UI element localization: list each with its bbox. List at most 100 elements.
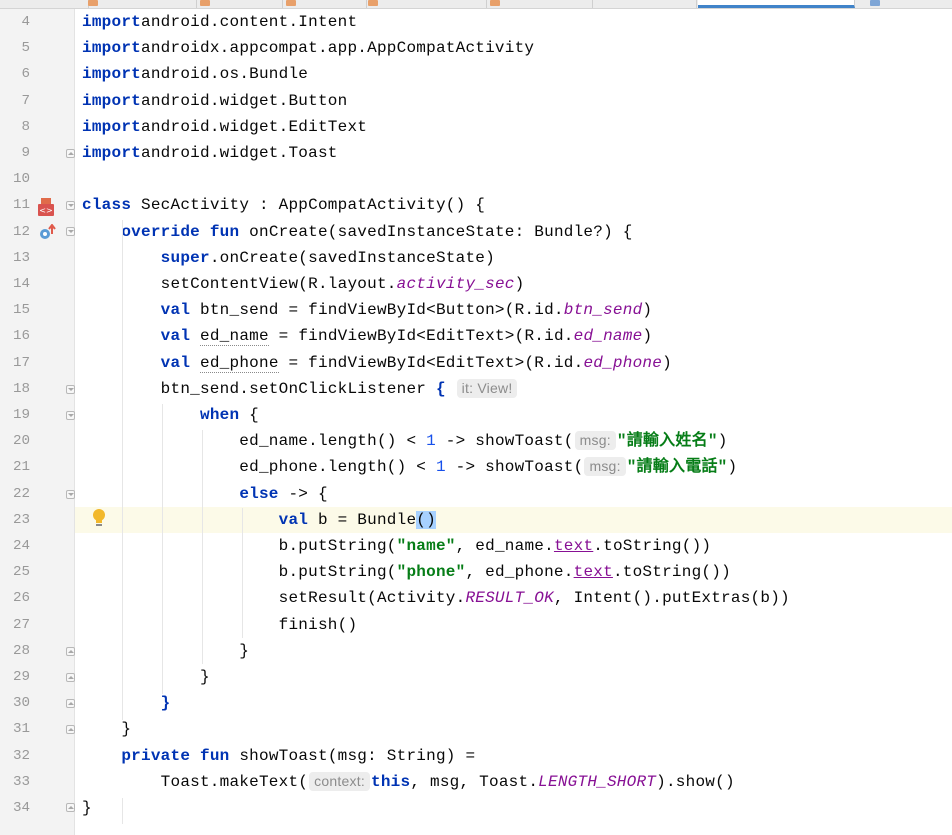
code-token: finish() [82, 615, 358, 634]
code-line[interactable]: 26 setResult(Activity.RESULT_OK, Intent(… [0, 585, 952, 611]
fold-marker[interactable] [66, 201, 75, 210]
code-text: ed_name.length() < 1 -> showToast(msg: "請… [82, 428, 728, 454]
string-literal: "請輸入電話" [626, 458, 728, 477]
code-line[interactable]: 20 ed_name.length() < 1 -> showToast(msg… [0, 428, 952, 454]
code-line[interactable]: 12 override fun onCreate(savedInstanceSt… [0, 219, 952, 245]
code-text: setContentView(R.layout.activity_sec) [82, 271, 525, 297]
fold-marker[interactable] [66, 803, 75, 812]
fold-marker[interactable] [66, 411, 75, 420]
fold-marker[interactable] [66, 673, 75, 682]
keyword-token: val [160, 353, 191, 372]
line-number: 33 [12, 773, 30, 790]
code-line[interactable]: 34} [0, 795, 952, 821]
code-token: ) [642, 327, 653, 346]
line-number: 18 [12, 380, 30, 397]
code-line[interactable]: 16 val ed_name = findViewById<EditText>(… [0, 323, 952, 349]
code-text: val btn_send = findViewById<Button>(R.id… [82, 297, 652, 323]
xml-layout-icon[interactable]: <> [38, 198, 54, 216]
code-token: ) [514, 275, 525, 293]
code-line[interactable]: 24 b.putString("name", ed_name.text.toSt… [0, 533, 952, 559]
code-line[interactable]: 22 else -> { [0, 481, 952, 507]
code-line[interactable]: 13 super.onCreate(savedInstanceState) [0, 245, 952, 271]
keyword-token: this [371, 772, 411, 791]
code-token: ) [717, 432, 728, 451]
line-number: 31 [12, 721, 30, 738]
fold-marker[interactable] [66, 149, 75, 158]
fold-marker[interactable] [66, 647, 75, 656]
code-token: , msg, Toast. [410, 772, 539, 791]
fold-marker[interactable] [66, 725, 75, 734]
code-line[interactable]: 7 importandroid.widget.Button [0, 88, 952, 114]
lightbulb-intention-icon[interactable] [91, 508, 107, 528]
code-line[interactable]: 10 [0, 166, 952, 192]
code-text: } [82, 664, 210, 690]
code-line[interactable]: 15 val btn_send = findViewById<Button>(R… [0, 297, 952, 323]
code-line[interactable]: 18 btn_send.setOnClickListener { it: Vie… [0, 376, 952, 402]
code-token: ).show() [656, 772, 735, 791]
string-literal: "phone" [396, 563, 466, 582]
code-line[interactable]: 32 private fun showToast(msg: String) = [0, 743, 952, 769]
code-line[interactable]: 21 ed_phone.length() < 1 -> showToast(ms… [0, 454, 952, 480]
static-member-token: RESULT_OK [465, 589, 554, 608]
code-token: -> { [278, 484, 328, 503]
code-token: android.widget.Toast [141, 144, 338, 162]
code-line[interactable]: 6 importandroid.os.Bundle [0, 61, 952, 87]
code-line[interactable]: 17 val ed_phone = findViewById<EditText>… [0, 350, 952, 376]
code-text: importandroid.os.Bundle [82, 61, 308, 87]
indent-guide [242, 508, 243, 638]
code-token: android.widget.Button [141, 91, 348, 110]
static-member-token: ed_name [573, 327, 643, 346]
code-line[interactable]: 8 importandroid.widget.EditText [0, 114, 952, 140]
code-token: b = Bundle [308, 510, 417, 529]
code-line[interactable]: 33 Toast.makeText(context: this, msg, Toa… [0, 769, 952, 795]
code-line[interactable]: 29 } [0, 664, 952, 690]
override-method-icon[interactable] [38, 224, 56, 242]
code-token: onCreate(savedInstanceState: Bundle?) { [239, 222, 633, 241]
code-line[interactable]: 23 val b = Bundle() [0, 506, 952, 533]
code-token: , ed_name. [455, 537, 554, 555]
variable-token: ed_phone [200, 353, 279, 373]
line-number: 4 [21, 14, 30, 30]
code-text: b.putString("phone", ed_phone.text.toStr… [82, 559, 731, 585]
keyword-token: import [82, 117, 141, 136]
line-number: 7 [21, 92, 30, 109]
fold-marker[interactable] [66, 227, 75, 236]
synthetic-property-token: text [553, 537, 594, 555]
code-token: androidx.appcompat.app.AppCompatActivity [141, 39, 535, 58]
keyword-token: val [160, 327, 191, 346]
code-line[interactable]: 5 importandroidx.appcompat.app.AppCompatA… [0, 35, 952, 61]
keyword-token: fun [209, 222, 240, 241]
code-text: ed_phone.length() < 1 -> showToast(msg: "… [82, 454, 737, 480]
code-line[interactable]: 28 } [0, 638, 952, 664]
code-line[interactable]: 11 class SecActivity : AppCompatActivity(… [0, 192, 952, 218]
code-line[interactable]: 27 finish() [0, 612, 952, 638]
code-line[interactable]: 19 when { [0, 402, 952, 428]
code-text: } [82, 795, 92, 821]
code-token: } [82, 720, 132, 739]
line-number: 24 [12, 538, 30, 554]
code-token: b.putString( [82, 563, 397, 582]
parameter-hint: context: [309, 771, 371, 791]
code-line[interactable]: 4 importandroid.content.Intent [0, 9, 952, 35]
static-member-token: btn_send [563, 301, 643, 320]
code-line[interactable]: 31 } [0, 716, 952, 742]
code-line[interactable]: 30 } [0, 690, 952, 716]
fold-marker[interactable] [66, 490, 75, 499]
code-token: -> showToast( [435, 432, 574, 451]
code-line[interactable]: 9 importandroid.widget.Toast [0, 140, 952, 166]
fold-marker[interactable] [66, 699, 75, 708]
code-token: btn_send = findViewById<Button>(R.id. [190, 301, 564, 320]
code-line[interactable]: 25 b.putString("phone", ed_phone.text.to… [0, 559, 952, 585]
code-token: android.content.Intent [141, 13, 358, 31]
code-text: val ed_name = findViewById<EditText>(R.i… [82, 323, 652, 349]
fold-marker[interactable] [66, 385, 75, 394]
code-text: override fun onCreate(savedInstanceState… [82, 219, 633, 245]
line-number: 20 [12, 433, 30, 450]
code-text: Toast.makeText(context: this, msg, Toast.… [82, 769, 735, 795]
line-number: 28 [12, 642, 30, 659]
code-line[interactable]: 14 setContentView(R.layout.activity_sec) [0, 271, 952, 297]
line-number: 15 [12, 302, 30, 319]
synthetic-property-token: text [573, 563, 613, 582]
code-editor[interactable]: 4 importandroid.content.Intent 5 importandr… [0, 0, 952, 835]
